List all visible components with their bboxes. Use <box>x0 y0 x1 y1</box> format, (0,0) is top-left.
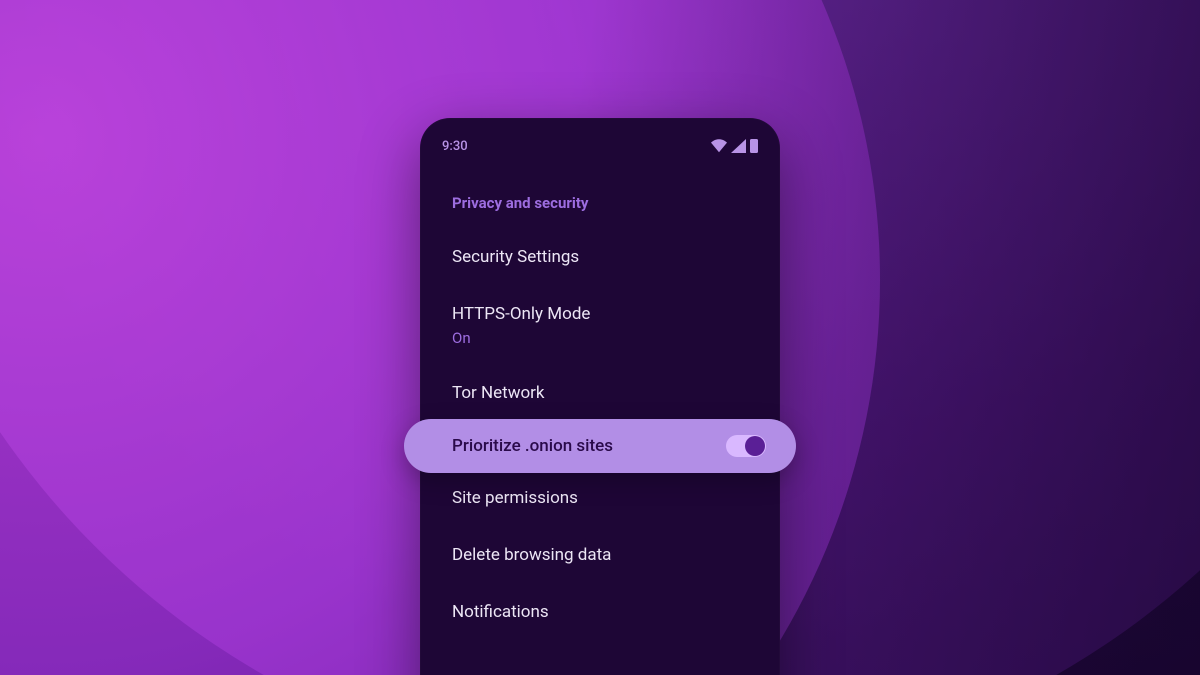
cellular-icon <box>731 139 747 153</box>
status-bar: 9:30 <box>420 126 780 166</box>
item-site-permissions[interactable]: Site permissions <box>420 473 780 524</box>
item-sublabel: On <box>452 328 748 348</box>
toggle-prioritize-onion[interactable] <box>726 435 766 457</box>
item-delete-browsing-data[interactable]: Delete browsing data <box>420 530 780 581</box>
status-icons <box>710 139 758 153</box>
phone-frame: 9:30 Privacy and security Security Setti… <box>420 118 780 675</box>
item-tor-network[interactable]: Tor Network <box>420 368 780 419</box>
item-notifications[interactable]: Notifications <box>420 587 780 638</box>
status-time: 9:30 <box>442 139 468 154</box>
settings-list: Privacy and security Security Settings H… <box>420 166 780 638</box>
item-label: Tor Network <box>452 383 545 403</box>
item-https-only-mode[interactable]: HTTPS-Only Mode On <box>420 289 780 362</box>
item-label: Notifications <box>452 602 549 622</box>
battery-icon <box>750 139 758 153</box>
section-header-privacy: Privacy and security <box>420 194 780 232</box>
toggle-knob <box>745 436 765 456</box>
item-label: Site permissions <box>452 488 578 508</box>
item-label: Security Settings <box>452 247 579 267</box>
item-label: Prioritize .onion sites <box>452 436 613 456</box>
item-prioritize-onion-sites[interactable]: Prioritize .onion sites <box>404 419 796 473</box>
item-label: HTTPS-Only Mode <box>452 304 590 324</box>
item-security-settings[interactable]: Security Settings <box>420 232 780 283</box>
item-label: Delete browsing data <box>452 545 611 565</box>
wifi-icon <box>710 139 728 153</box>
